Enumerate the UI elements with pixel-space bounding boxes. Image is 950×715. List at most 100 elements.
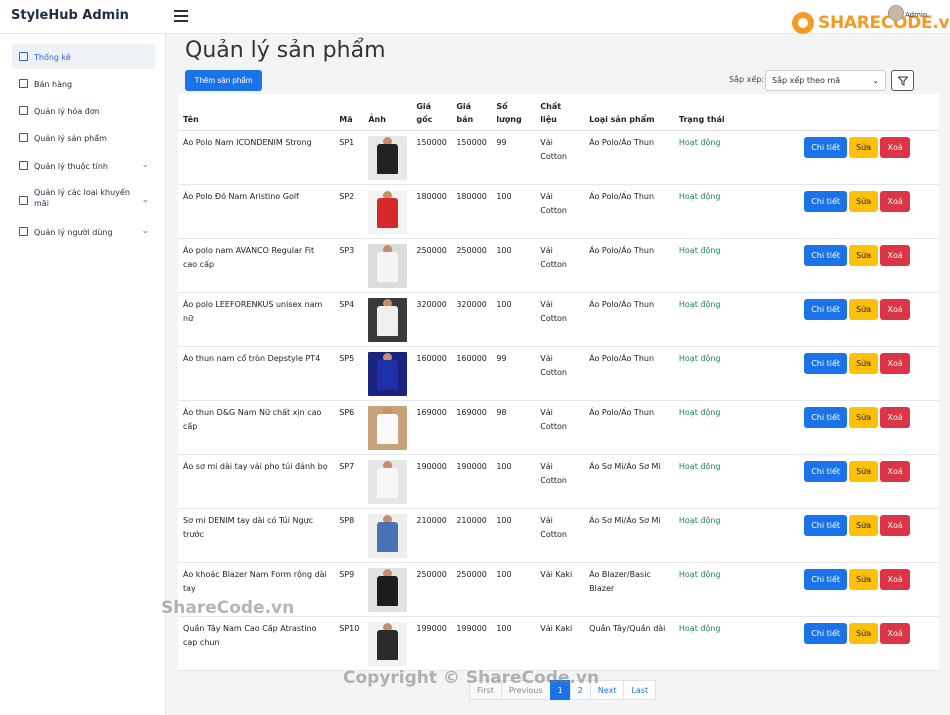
product-image: [363, 400, 412, 455]
table-row: Áo thun nam cổ tròn Depstyle PT4 SP5 16000…: [178, 346, 939, 401]
detail-button[interactable]: Chi tiết: [804, 514, 848, 536]
users-icon: [19, 227, 28, 236]
garment: [377, 467, 399, 498]
status: Hoạt động: [673, 346, 800, 401]
product-type: Áo Blazer/Basic Blazer: [584, 562, 674, 617]
sort-select[interactable]: Sắp xếp theo mã ⌄: [765, 70, 886, 91]
edit-button[interactable]: Sửa: [849, 406, 879, 428]
sale-price: 250000: [451, 562, 492, 617]
delete-button[interactable]: Xoá: [880, 298, 911, 320]
chevron-down-icon[interactable]: ⌄: [141, 160, 149, 170]
sidebar-item-3[interactable]: Quản lý hóa đơn: [12, 98, 155, 123]
filter-button[interactable]: [891, 70, 914, 91]
table-row: Áo thun D&G Nam Nữ chất xịn cao cấp SP6 16…: [178, 400, 939, 455]
edit-button[interactable]: Sửa: [849, 352, 879, 374]
edit-button[interactable]: Sửa: [849, 136, 879, 158]
delete-button[interactable]: Xoá: [880, 568, 911, 590]
cost-price: 190000: [411, 454, 452, 509]
app-brand[interactable]: StyleHub Admin: [11, 8, 129, 23]
delete-button[interactable]: Xoá: [880, 514, 911, 536]
product-name: Áo thun nam cổ tròn Depstyle PT4: [178, 346, 335, 401]
edit-button[interactable]: Sửa: [849, 298, 879, 320]
delete-button[interactable]: Xoá: [880, 622, 911, 644]
column-header: Tên: [178, 94, 335, 131]
product-code: SP1: [334, 130, 364, 185]
detail-button[interactable]: Chi tiết: [804, 298, 848, 320]
delete-button[interactable]: Xoá: [880, 190, 911, 212]
delete-button[interactable]: Xoá: [880, 460, 911, 482]
sidebar-item-7[interactable]: Quản lý người dùng ⌄: [12, 219, 155, 244]
detail-button[interactable]: Chi tiết: [804, 406, 848, 428]
delete-button[interactable]: Xoá: [880, 406, 911, 428]
quantity: 99: [491, 346, 536, 401]
column-header: Loại sản phẩm: [584, 94, 674, 131]
material: Vải Cotton: [535, 400, 585, 455]
filter-icon: [898, 76, 908, 86]
sidebar-item-label: Quản lý người dùng: [34, 228, 113, 237]
detail-button[interactable]: Chi tiết: [804, 622, 848, 644]
chevron-down-icon[interactable]: ⌄: [141, 195, 149, 205]
product-image: [363, 130, 412, 185]
cost-price: 180000: [411, 184, 452, 239]
edit-button[interactable]: Sửa: [849, 190, 879, 212]
add-product-button[interactable]: Thêm sản phẩm: [185, 70, 262, 91]
menu-toggle-icon[interactable]: [174, 10, 188, 22]
edit-button[interactable]: Sửa: [849, 460, 879, 482]
garment: [377, 521, 399, 552]
material: Vải Cotton: [535, 508, 585, 563]
sidebar-item-1[interactable]: Thống kê: [12, 44, 155, 69]
sidebar-item-4[interactable]: Quản lý sản phẩm: [12, 125, 155, 150]
product-thumbnail: [368, 459, 408, 504]
material: Vải Kaki: [535, 616, 585, 671]
delete-button[interactable]: Xoá: [880, 244, 911, 266]
row-actions: Chi tiết Sửa Xoá: [799, 130, 939, 185]
delete-button[interactable]: Xoá: [880, 136, 911, 158]
garment: [377, 251, 399, 282]
detail-button[interactable]: Chi tiết: [804, 460, 848, 482]
sidebar-item-label: Quản lý thuộc tính: [34, 162, 108, 171]
column-header: Giá gốc: [411, 94, 452, 131]
avatar[interactable]: [888, 5, 904, 21]
product-table-container: Tên Mã Ảnh Giá gốc Giá bán Số lượng Chất liệu L…: [178, 94, 939, 671]
edit-button[interactable]: Sửa: [849, 514, 879, 536]
chart-icon: [19, 52, 28, 61]
product-type: Áo Polo/Áo Thun: [584, 346, 674, 401]
quantity: 100: [491, 562, 536, 617]
sidebar-item-label: Quản lý các loại khuyến mãi: [34, 188, 130, 208]
detail-button[interactable]: Chi tiết: [804, 244, 848, 266]
product-name: Áo sơ mi dài tay vải pho túi đánh bọ: [178, 454, 335, 509]
detail-button[interactable]: Chi tiết: [804, 136, 848, 158]
pagination-last[interactable]: Last: [623, 680, 657, 700]
detail-button[interactable]: Chi tiết: [804, 190, 848, 212]
discount-icon: [19, 196, 28, 205]
sidebar-item-6[interactable]: Quản lý các loại khuyến mãi ⌄: [12, 183, 155, 218]
table-row: Áo polo LEEFORENKUS unisex nam nữ SP4 3200…: [178, 292, 939, 347]
status: Hoạt động: [673, 292, 800, 347]
sale-price: 210000: [451, 508, 492, 563]
edit-button[interactable]: Sửa: [849, 568, 879, 590]
sale-price: 320000: [451, 292, 492, 347]
sidebar-item-label: Quản lý sản phẩm: [34, 134, 107, 143]
tag-icon: [19, 161, 28, 170]
product-code: SP2: [334, 184, 364, 239]
product-name: Quần Tây Nam Cao Cấp Atrastino cạp chun: [178, 616, 335, 671]
edit-button[interactable]: Sửa: [849, 244, 879, 266]
sidebar-item-2[interactable]: Bán hàng: [12, 71, 155, 96]
column-header: [799, 94, 939, 131]
chevron-down-icon[interactable]: ⌄: [141, 226, 149, 236]
product-thumbnail: [368, 351, 408, 396]
status: Hoạt động: [673, 508, 800, 563]
detail-button[interactable]: Chi tiết: [804, 352, 848, 374]
status: Hoạt động: [673, 562, 800, 617]
product-type: Áo Polo/Áo Thun: [584, 184, 674, 239]
box-icon: [19, 133, 28, 142]
delete-button[interactable]: Xoá: [880, 352, 911, 374]
table-row: Áo Polo Nam ICONDENIM Strong SP1 150000 150…: [178, 130, 939, 185]
sidebar-item-5[interactable]: Quản lý thuộc tính ⌄: [12, 153, 155, 178]
edit-button[interactable]: Sửa: [849, 622, 879, 644]
row-actions: Chi tiết Sửa Xoá: [799, 400, 939, 455]
cost-price: 199000: [411, 616, 452, 671]
detail-button[interactable]: Chi tiết: [804, 568, 848, 590]
admin-name[interactable]: Admin: [905, 11, 927, 19]
quantity: 100: [491, 454, 536, 509]
